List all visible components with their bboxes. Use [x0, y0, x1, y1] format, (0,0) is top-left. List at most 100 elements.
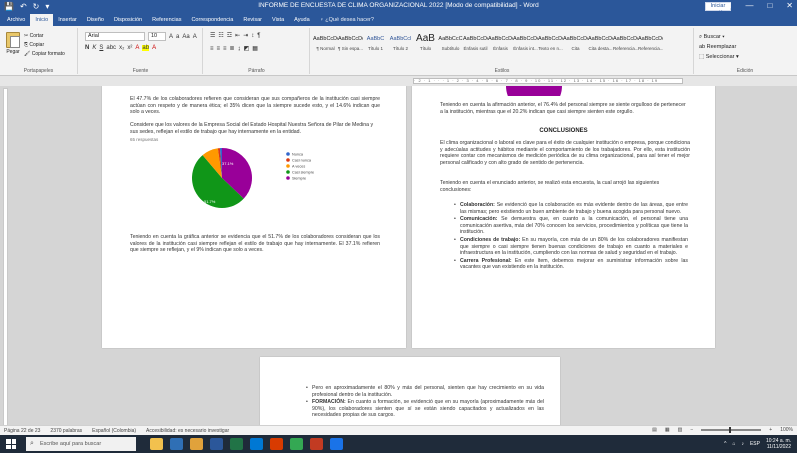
conclusions-heading[interactable]: CONCLUSIONES [412, 128, 715, 134]
style-12[interactable]: AaBbCcDc Referencia... [613, 32, 638, 51]
chevron-up-icon[interactable]: ^ [724, 441, 726, 447]
increase-indent-icon[interactable]: ⇥ [243, 32, 248, 39]
align-center-icon[interactable]: ≡ [217, 46, 221, 52]
bold-icon[interactable]: N [85, 45, 89, 51]
survey-question[interactable]: Considere que los valores de la Empresa … [130, 122, 380, 135]
decrease-indent-icon[interactable]: ⇤ [235, 32, 240, 39]
paragraph-chart-analysis[interactable]: Teniendo en cuenta la gráfica anterior s… [130, 234, 380, 254]
style-5[interactable]: AaBbCcC Subtítulo [438, 32, 463, 51]
tab-disposicion[interactable]: Disposición [109, 14, 147, 26]
justify-icon[interactable]: ≣ [230, 45, 235, 52]
highlight-icon[interactable]: ab [142, 45, 150, 51]
list-item[interactable]: • Condiciones de trabajo: En su mayoría, … [454, 237, 688, 257]
subscript-icon[interactable]: x₂ [119, 45, 124, 51]
sort-icon[interactable]: ↕ [251, 33, 254, 39]
copy-button[interactable]: ⎘ Copiar [24, 41, 65, 50]
list-item[interactable]: • Carrera Profesional: En este ítem, debe… [454, 258, 688, 271]
italic-icon[interactable]: K [92, 45, 96, 51]
word-icon[interactable] [210, 438, 223, 450]
web-layout-icon[interactable]: ▥ [678, 427, 683, 433]
accessibility-status[interactable]: Accesibilidad: es necesario investigar [146, 428, 229, 434]
tab-referencias[interactable]: Referencias [147, 14, 186, 26]
style-4[interactable]: AaB Título [413, 32, 438, 51]
app-icon[interactable] [150, 438, 163, 450]
paragraph-pride[interactable]: Teniendo en cuenta la afirmación anterio… [440, 102, 690, 115]
cut-button[interactable]: ✂ Cortar [24, 32, 65, 41]
clock[interactable]: 10:24 a. m. 11/11/2022 [766, 438, 791, 450]
word-count[interactable]: 2370 palabras [50, 428, 82, 434]
strike-icon[interactable]: abc [106, 45, 116, 51]
volume-icon[interactable]: ♪ [741, 441, 744, 447]
style-10[interactable]: AaBbCcDc Cita [563, 32, 588, 51]
taskbar-search[interactable]: ⌕ Escribe aquí para buscar [26, 437, 136, 451]
paragraph-climate[interactable]: El clima organizacional o laboral es cla… [440, 140, 690, 166]
bullets-icon[interactable]: ☰ [210, 32, 215, 39]
zoom-level[interactable]: 100% [780, 427, 793, 433]
line-spacing-icon[interactable]: ↨ [238, 46, 241, 52]
style-13[interactable]: AaBbCcDc Referencia... [638, 32, 663, 51]
style-9[interactable]: AaBbCcDc Texto en n... [538, 32, 563, 51]
shrink-font-icon[interactable]: a [176, 34, 179, 40]
document-workspace[interactable]: El 47.7% de los colaboradores refieren q… [10, 86, 797, 425]
paragraph-values-intro[interactable]: El 47.7% de los colaboradores refieren q… [130, 96, 380, 116]
paste-button[interactable]: Pegar [4, 32, 22, 62]
tab-archivo[interactable]: Archivo [2, 14, 30, 26]
page-right[interactable]: Teniendo en cuenta la afirmación anterio… [412, 86, 715, 348]
page-next[interactable]: • Pero en aproximadamente el 80% y más de… [260, 357, 560, 425]
tell-me-search[interactable]: ♀ ¿Qué desea hacer? [315, 14, 379, 26]
borders-icon[interactable]: ▦ [252, 45, 258, 52]
network-icon[interactable]: ⌂ [732, 441, 735, 447]
task-view-icon[interactable] [170, 438, 183, 450]
style-11[interactable]: AaBbCcDc Cita desta... [588, 32, 613, 51]
tab-inicio[interactable]: Inicio [30, 14, 54, 26]
file-explorer-icon[interactable] [190, 438, 203, 450]
style-7[interactable]: AaBbCcDc Énfasis [488, 32, 513, 51]
list-item[interactable]: • FORMACIÓN: En cuanto a formación, se ev… [306, 399, 544, 419]
align-left-icon[interactable]: ≡ [210, 46, 214, 52]
minimize-button[interactable]: — [745, 1, 753, 10]
powerpoint-icon[interactable] [270, 438, 283, 450]
numbering-icon[interactable]: ☷ [218, 32, 223, 39]
list-item[interactable]: • Colaboración: Se evidenció que la colab… [454, 202, 688, 215]
app-blue-icon[interactable] [330, 438, 343, 450]
ribbon-display-icon[interactable]: ⊞ [725, 1, 732, 10]
text-effects-icon[interactable]: A [135, 45, 139, 51]
maximize-button[interactable]: □ [767, 1, 772, 10]
clear-format-icon[interactable]: A [193, 34, 197, 40]
align-right-icon[interactable]: ≡ [223, 46, 227, 52]
page-left[interactable]: El 47.7% de los colaboradores refieren q… [102, 86, 406, 348]
find-button[interactable]: ⌕ Buscar ▾ [699, 32, 739, 42]
shading-icon[interactable]: ◩ [244, 45, 250, 52]
font-name-select[interactable]: Arial [85, 32, 145, 41]
superscript-icon[interactable]: x² [127, 45, 132, 51]
list-item[interactable]: • Pero en aproximadamente el 80% y más de… [306, 385, 544, 398]
zoom-in-button[interactable]: + [769, 427, 772, 433]
horizontal-ruler[interactable]: · 2 · 1 · · · 1 · 2 · 3 · 4 · 5 · 6 · 7 … [413, 78, 683, 84]
tab-correspondencia[interactable]: Correspondencia [186, 14, 238, 26]
select-button[interactable]: ⬚ Seleccionar ▾ [699, 52, 739, 62]
read-mode-icon[interactable]: ▤ [652, 427, 657, 433]
tab-insertar[interactable]: Insertar [53, 14, 82, 26]
style-6[interactable]: AaBbCcDc Énfasis sutil [463, 32, 488, 51]
edge-icon[interactable] [250, 438, 263, 450]
style-8[interactable]: AaBbCcDc Énfasis int... [513, 32, 538, 51]
windows-start-icon[interactable] [6, 439, 16, 449]
font-size-select[interactable]: 10 [148, 32, 166, 41]
paragraph-survey-intro[interactable]: Teniendo en cuenta el enunciado anterior… [440, 180, 690, 193]
replace-button[interactable]: ab Reemplazar [699, 42, 739, 52]
input-language[interactable]: ESP [750, 441, 760, 447]
tab-diseno[interactable]: Diseño [82, 14, 109, 26]
close-button[interactable]: ✕ [786, 1, 793, 10]
zoom-slider[interactable] [701, 427, 762, 433]
app-red-icon[interactable] [310, 438, 323, 450]
tab-vista[interactable]: Vista [267, 14, 289, 26]
style-1[interactable]: AaBbCcDc ¶ Sin espa... [338, 32, 363, 51]
tab-ayuda[interactable]: Ayuda [289, 14, 315, 26]
language-indicator[interactable]: Español (Colombia) [92, 428, 136, 434]
chrome-icon[interactable] [290, 438, 303, 450]
zoom-out-button[interactable]: − [690, 427, 693, 433]
style-0[interactable]: AaBbCcDc ¶ Normal [313, 32, 338, 51]
grow-font-icon[interactable]: A [169, 34, 173, 40]
tab-revisar[interactable]: Revisar [238, 14, 267, 26]
excel-icon[interactable] [230, 438, 243, 450]
